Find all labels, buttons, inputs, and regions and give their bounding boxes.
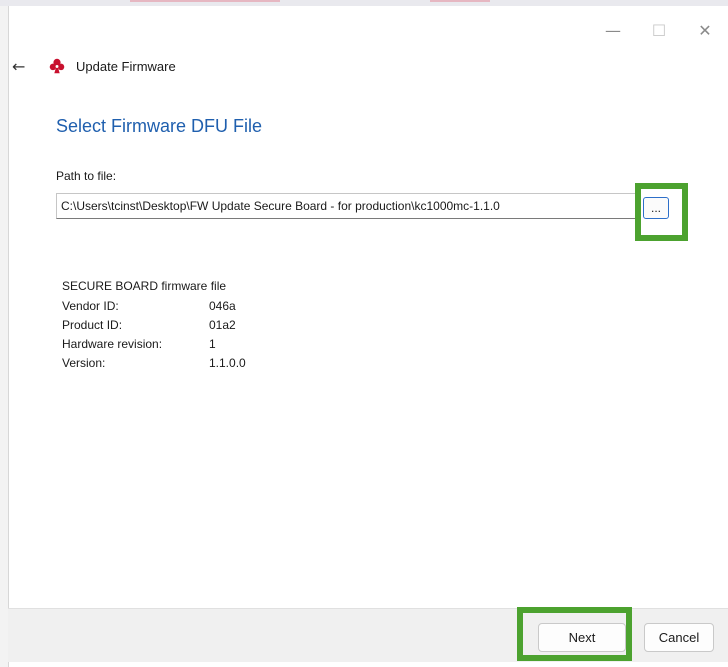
browse-highlight-box — [635, 183, 688, 241]
app-logo-icon — [49, 58, 65, 74]
background-accent — [430, 0, 490, 2]
info-label: Product ID: — [62, 318, 123, 332]
info-label: Version: — [62, 356, 106, 370]
back-arrow-icon[interactable]: ← — [12, 57, 32, 76]
close-icon[interactable]: ✕ — [682, 18, 728, 42]
next-highlight-box — [517, 607, 632, 661]
cancel-button[interactable]: Cancel — [644, 623, 714, 652]
info-row-hardware-revision: Hardware revision: 1 — [62, 337, 246, 356]
maximize-icon[interactable]: ☐ — [636, 18, 682, 42]
window-controls: — ☐ ✕ — [590, 18, 728, 42]
window-header: ← Update Firmware — [12, 55, 176, 77]
info-value: 01a2 — [209, 318, 236, 332]
info-label: Vendor ID: — [62, 299, 119, 313]
minimize-icon[interactable]: — — [590, 18, 636, 42]
page-title: Select Firmware DFU File — [56, 116, 263, 136]
path-input[interactable] — [56, 193, 638, 219]
window-title: Update Firmware — [76, 58, 176, 74]
background-accent — [130, 0, 280, 2]
path-label: Path to file: — [56, 169, 117, 183]
info-row-product-id: Product ID: 01a2 — [62, 318, 246, 337]
info-label: Hardware revision: — [62, 337, 163, 351]
info-row-version: Version: 1.1.0.0 — [62, 356, 246, 375]
info-value: 1.1.0.0 — [209, 356, 246, 370]
info-row-vendor-id: Vendor ID: 046a — [62, 299, 246, 318]
info-value: 1 — [209, 337, 216, 351]
info-value: 046a — [209, 299, 236, 313]
file-info-heading: SECURE BOARD firmware file — [62, 279, 227, 293]
file-info: SECURE BOARD firmware file Vendor ID: 04… — [62, 279, 246, 375]
